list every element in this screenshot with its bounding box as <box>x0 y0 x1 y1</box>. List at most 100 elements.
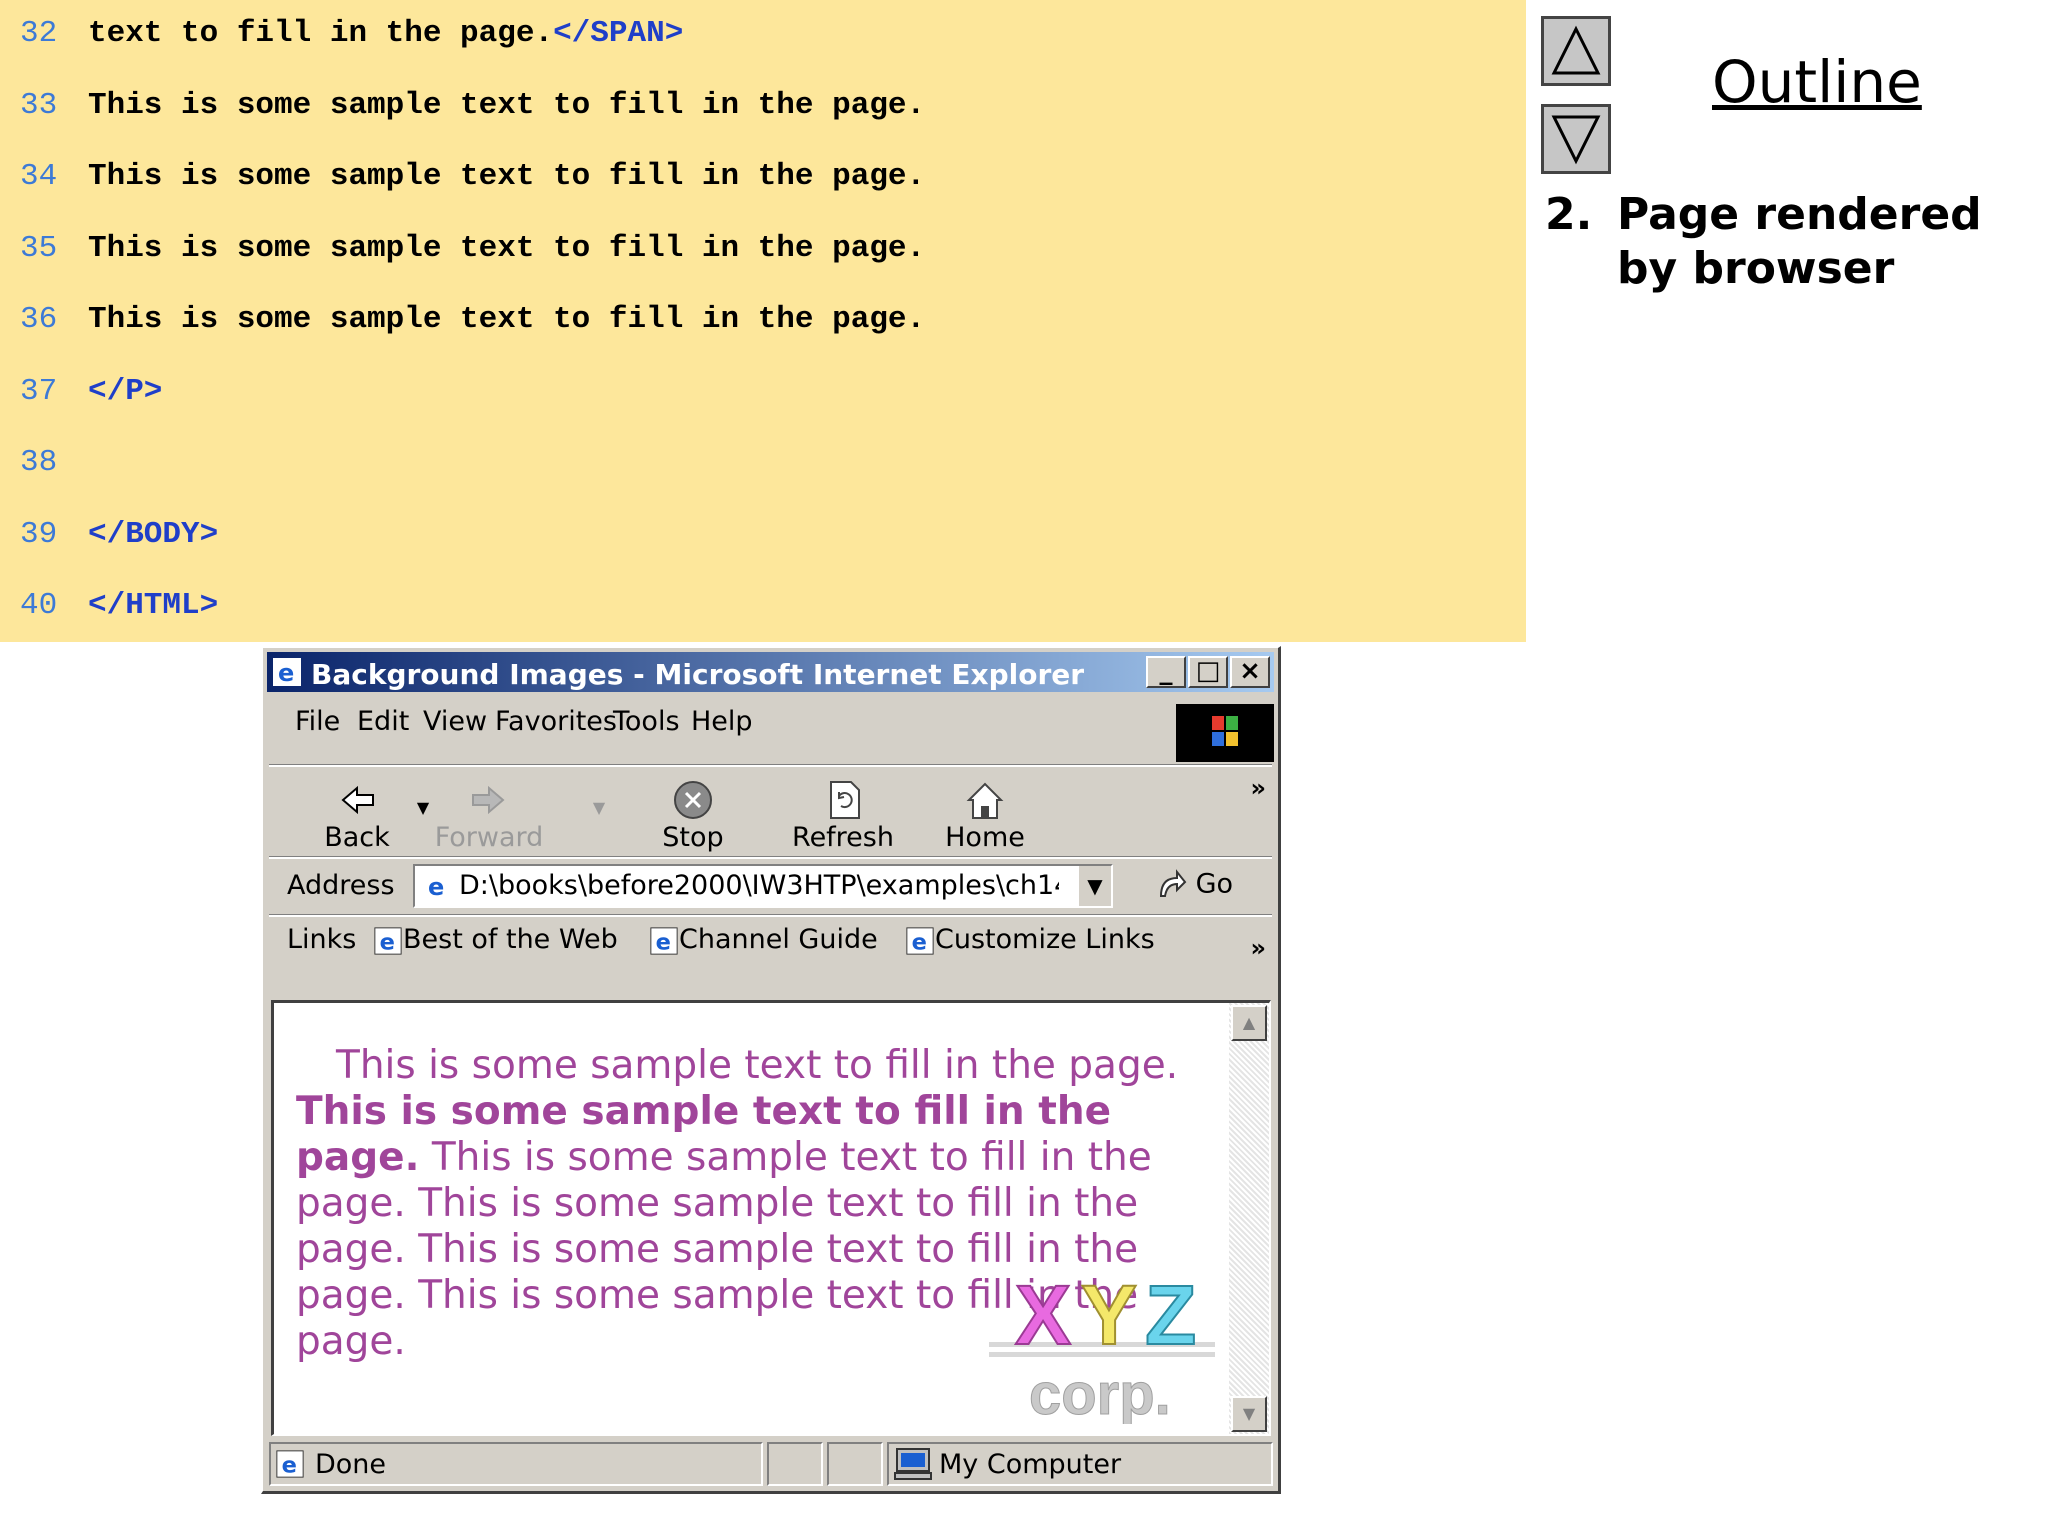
forward-arrow-icon <box>472 785 505 815</box>
forward-history-dropdown[interactable]: ▼ <box>589 798 609 817</box>
scroll-up-arrow[interactable]: ▲ <box>1231 1005 1267 1041</box>
link-label: Best of the Web <box>403 924 618 955</box>
link-channel-guide[interactable]: e Channel Guide <box>649 924 878 956</box>
code-line: 32 text to fill in the page.</SPAN> <box>20 14 683 54</box>
maximize-button[interactable]: □ <box>1188 656 1228 688</box>
svg-text:e: e <box>380 929 395 955</box>
code-text: text to fill in the page. <box>88 16 554 51</box>
code-text: This is some sample text to fill in the … <box>88 302 926 337</box>
minimize-button[interactable]: _ <box>1146 656 1186 688</box>
menu-divider <box>269 764 1272 767</box>
previous-slide-button[interactable] <box>1541 16 1611 86</box>
menu-view[interactable]: View <box>423 706 487 737</box>
go-arrow-icon <box>1159 869 1187 897</box>
line-number: 35 <box>20 230 58 266</box>
code-line: 36 This is some sample text to fill in th… <box>20 300 925 340</box>
stop-button[interactable]: Stop <box>643 778 743 853</box>
line-number: 34 <box>20 159 58 194</box>
ie-link-icon: e <box>374 926 402 955</box>
content-text-segment: This is some sample text to fill in the … <box>336 1043 1179 1088</box>
code-line: 38 <box>20 443 88 483</box>
triangle-down-icon <box>1551 115 1601 165</box>
forward-button[interactable]: Forward <box>419 778 559 853</box>
status-zone-cell: My Computer <box>887 1442 1273 1486</box>
logo-letter-y: Y <box>1081 1268 1137 1362</box>
page-icon: e <box>423 872 451 901</box>
menu-file[interactable]: File <box>295 706 340 737</box>
outline-title[interactable]: Outline <box>1712 48 1922 116</box>
link-customize-links[interactable]: e Customize Links <box>905 924 1155 956</box>
home-label: Home <box>945 822 1025 853</box>
go-button[interactable]: Go <box>1153 868 1233 902</box>
line-number: 40 <box>20 588 58 623</box>
status-bar: e Done My Computer <box>269 1442 1273 1486</box>
svg-text:e: e <box>912 929 927 955</box>
zone-label: My Computer <box>939 1449 1122 1480</box>
menu-help[interactable]: Help <box>691 706 753 737</box>
menu-edit[interactable]: Edit <box>357 706 409 737</box>
line-number: 37 <box>20 373 58 409</box>
link-best-of-the-web[interactable]: e Best of the Web <box>373 924 618 956</box>
code-line: 37 </P> <box>20 372 162 412</box>
svg-text:e: e <box>656 929 671 955</box>
my-computer-icon <box>894 1448 932 1480</box>
home-icon <box>966 782 1004 819</box>
line-number: 33 <box>20 87 58 123</box>
address-label: Address <box>287 870 395 901</box>
code-tag: </P> <box>88 373 163 409</box>
back-label: Back <box>324 822 390 853</box>
browser-window: e Background Images - Microsoft Internet… <box>261 646 1281 1494</box>
code-tag: </BODY> <box>88 516 219 552</box>
code-line: 39 </BODY> <box>20 515 218 555</box>
line-number: 36 <box>20 302 58 337</box>
back-button[interactable]: Back <box>307 778 407 853</box>
refresh-label: Refresh <box>792 822 894 853</box>
outline-item-number: 2. <box>1545 189 1593 240</box>
line-number: 38 <box>20 445 58 480</box>
code-line: 40 </HTML> <box>20 586 218 626</box>
triangle-up-icon <box>1551 25 1601 75</box>
code-text: This is some sample text to fill in the … <box>88 230 926 266</box>
svg-text:e: e <box>428 873 444 901</box>
close-button[interactable]: × <box>1230 656 1270 688</box>
address-input-value[interactable]: D:\books\before2000\IW3HTP\examples\ch14… <box>459 870 1059 901</box>
windows-logo-icon <box>1176 704 1274 762</box>
xyz-corp-logo: X Y Z corp. <box>989 1264 1219 1428</box>
code-tag: </HTML> <box>88 588 219 623</box>
menu-bar: File Edit View Favorites Tools Help <box>273 698 1274 748</box>
internet-explorer-icon: e <box>273 658 301 687</box>
scroll-down-arrow[interactable]: ▼ <box>1231 1396 1267 1432</box>
refresh-button[interactable]: Refresh <box>783 778 903 853</box>
ie-link-icon: e <box>650 926 678 955</box>
address-field[interactable]: e D:\books\before2000\IW3HTP\examples\ch… <box>413 864 1113 908</box>
home-button[interactable]: Home <box>935 778 1035 853</box>
toolbar-divider <box>269 856 1272 859</box>
code-text: This is some sample text to fill in the … <box>88 159 926 194</box>
menu-favorites[interactable]: Favorites <box>495 706 617 737</box>
status-progress-cell <box>767 1442 823 1486</box>
status-text-cell: e Done <box>269 1442 763 1486</box>
next-slide-button[interactable] <box>1541 104 1611 174</box>
links-label: Links <box>287 924 357 955</box>
forward-label: Forward <box>434 822 544 853</box>
svg-text:e: e <box>282 1452 297 1478</box>
title-bar[interactable]: e Background Images - Microsoft Internet… <box>267 652 1274 692</box>
toolbar-more-chevron[interactable]: » <box>1250 774 1266 802</box>
page-content: This is some sample text to fill in the … <box>271 1000 1271 1436</box>
link-label: Channel Guide <box>679 924 878 955</box>
logo-corp-text: corp. <box>1029 1362 1171 1424</box>
code-listing-panel: 32 text to fill in the page.</SPAN> 33 This… <box>0 0 1526 642</box>
links-more-chevron[interactable]: » <box>1250 934 1266 962</box>
page-done-icon: e <box>276 1450 304 1478</box>
code-line: 33 This is some sample text to fill in th… <box>20 86 925 126</box>
menu-tools[interactable]: Tools <box>613 706 680 737</box>
window-title: Background Images - Microsoft Internet E… <box>311 658 1085 691</box>
svg-text:e: e <box>278 659 294 687</box>
address-dropdown-button[interactable]: ▼ <box>1077 866 1111 906</box>
logo-letter-z: Z <box>1145 1268 1196 1362</box>
status-text: Done <box>315 1449 387 1480</box>
stop-label: Stop <box>662 822 724 853</box>
address-divider <box>269 914 1272 917</box>
vertical-scrollbar[interactable]: ▲ ▼ <box>1229 1003 1269 1434</box>
code-line: 35 This is some sample text to fill in th… <box>20 229 925 269</box>
